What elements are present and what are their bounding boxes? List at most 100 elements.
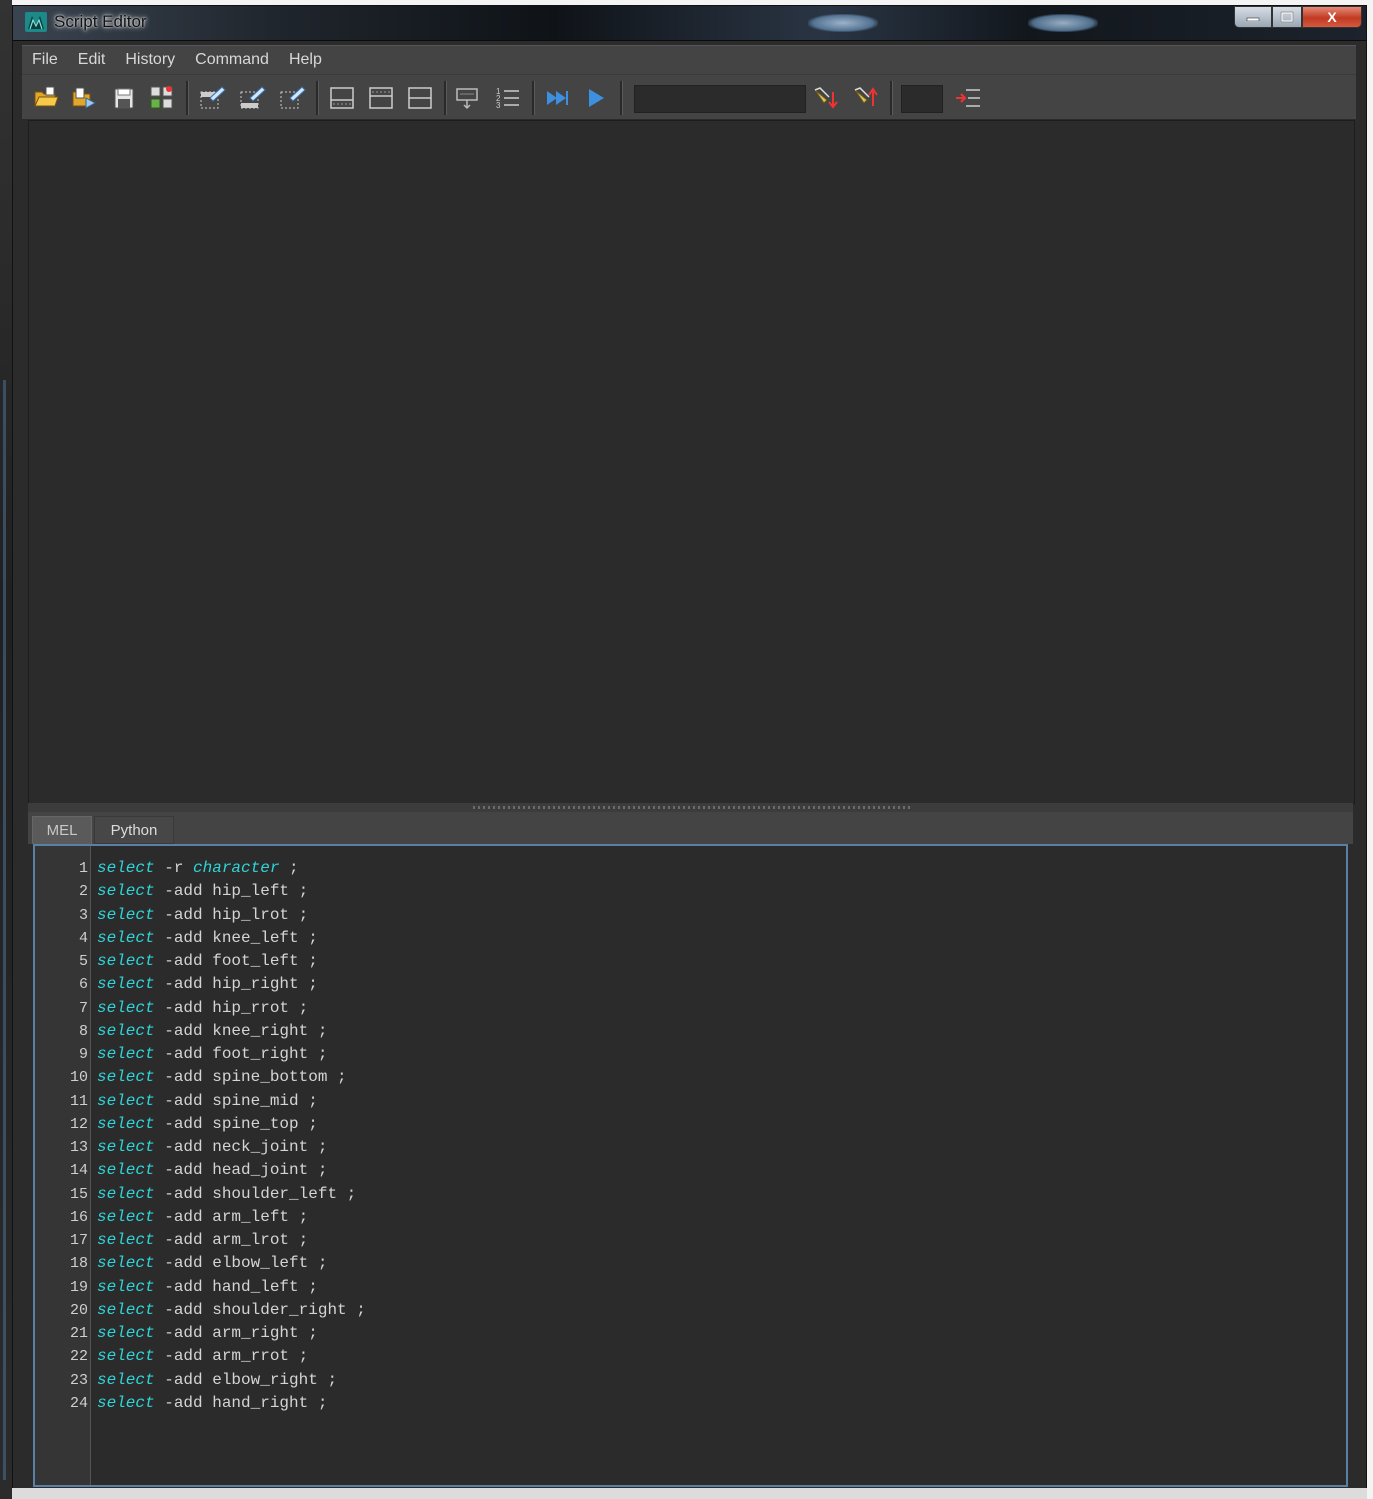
echo-all-commands-icon[interactable] [454,84,482,112]
code-line[interactable]: 20 select -add shoulder_right ; [35,1299,1346,1322]
minimize-button[interactable] [1234,6,1272,28]
save-script-icon[interactable] [110,84,138,112]
code-line[interactable]: 19 select -add hand_left ; [35,1276,1346,1299]
show-history-only-icon[interactable] [328,84,356,112]
code-args: -add elbow_left ; [154,1254,328,1273]
script-input-editor[interactable]: 1 select -r character ; 2 select -add hip_l… [33,844,1348,1487]
code-line[interactable]: 6 select -add hip_right ; [35,973,1346,996]
goto-line-input[interactable] [901,85,943,113]
pane-splitter[interactable] [28,803,1353,812]
menu-edit[interactable]: Edit [68,51,116,69]
line-number: 24 [69,1394,88,1412]
menu-command[interactable]: Command [185,51,279,69]
keyword-token: select [97,1068,155,1087]
save-to-shelf-icon[interactable] [148,84,176,112]
history-output-pane[interactable] [28,120,1355,804]
code-text: select -add spine_mid ; [97,1090,318,1113]
close-button[interactable]: X [1302,6,1362,28]
code-line[interactable]: 24 select -add hand_right ; [35,1392,1346,1415]
maximize-icon [1280,11,1294,23]
code-args: -add neck_joint ; [154,1138,328,1156]
keyword-token: select [97,1347,155,1366]
title-bar[interactable]: Script Editor X [13,6,1366,41]
code-text: select -add foot_left ; [97,950,318,973]
keyword-token: select [97,1161,155,1180]
search-down-icon[interactable] [812,84,840,112]
code-line[interactable]: 11 select -add spine_mid ; [35,1090,1346,1113]
code-line[interactable]: 2 select -add hip_left ; [35,880,1346,903]
code-line[interactable]: 7 select -add hip_rrot ; [35,997,1346,1020]
line-number: 13 [69,1139,88,1156]
code-line[interactable]: 12 select -add spine_top ; [35,1113,1346,1136]
menu-history[interactable]: History [115,51,185,69]
code-line[interactable]: 16 select -add arm_left ; [35,1206,1346,1229]
title-bar-glow [808,14,878,32]
execute-all-icon[interactable] [544,84,572,112]
line-number: 8 [78,1022,88,1040]
execute-icon[interactable] [582,84,610,112]
code-line[interactable]: 1 select -r character ; [35,857,1346,880]
code-text: select -add foot_right ; [97,1043,327,1066]
code-line[interactable]: 18 select -add elbow_left ; [35,1252,1346,1275]
splitter-grip [473,806,913,809]
show-both-icon[interactable] [406,84,434,112]
close-icon: X [1327,9,1337,25]
clear-all-icon[interactable] [278,84,306,112]
code-text: select -add hand_left ; [97,1276,318,1299]
code-line[interactable]: 4 select -add knee_left ; [35,927,1346,950]
title-bar-glow [1028,14,1098,32]
code-line[interactable]: 23 select -add elbow_right ; [35,1369,1346,1392]
keyword-token: select [97,1114,155,1133]
code-line[interactable]: 5 select -add foot_left ; [35,950,1346,973]
show-input-only-icon[interactable] [367,84,395,112]
search-input[interactable] [634,85,806,113]
line-numbers-icon[interactable]: 1 2 3 [494,84,522,112]
code-text: select -add knee_left ; [97,927,318,950]
keyword-token: select [97,1393,155,1412]
code-args: -add shoulder_left ; [154,1184,357,1203]
tab-python[interactable]: Python [94,816,174,844]
tab-mel[interactable]: MEL [32,816,92,844]
keyword-token: select [97,1300,155,1319]
code-line[interactable]: 13 select -add neck_joint ; [35,1136,1346,1159]
code-line[interactable]: 22 select -add arm_rrot ; [35,1345,1346,1368]
code-line[interactable]: 9 select -add foot_right ; [35,1043,1346,1066]
line-number: 21 [69,1325,88,1342]
menu-help[interactable]: Help [279,51,332,69]
keyword-token: select [97,1207,155,1226]
code-line[interactable]: 21 select -add arm_right ; [35,1322,1346,1345]
code-args: -add spine_bottom ; [154,1068,347,1087]
menu-file[interactable]: File [22,51,68,69]
goto-line-icon[interactable] [954,84,982,112]
line-number: 16 [69,1208,88,1226]
line-number: 22 [69,1348,88,1366]
code-line[interactable]: 15 select -add shoulder_left ; [35,1183,1346,1206]
search-up-icon[interactable] [852,84,880,112]
script-editor-window: Script Editor X File Edit History Comman… [12,5,1367,1497]
code-line[interactable]: 8 select -add knee_right ; [35,1020,1346,1043]
code-line[interactable]: 10 select -add spine_bottom ; [35,1066,1346,1089]
code-text: select -add hip_rrot ; [97,997,308,1020]
keyword-token: select [97,1021,155,1040]
minimize-icon [1246,17,1260,21]
code-text: select -add hip_left ; [97,880,308,903]
line-number: 17 [69,1232,88,1249]
line-number: 7 [78,999,88,1017]
code-line[interactable]: 14 select -add head_joint ; [35,1159,1346,1182]
source-script-icon[interactable] [70,84,98,112]
clear-history-icon[interactable] [198,84,226,112]
maximize-button[interactable] [1272,6,1302,28]
line-number: 6 [78,976,88,994]
code-line[interactable]: 3 select -add hip_lrot ; [35,904,1346,927]
keyword-token: select [97,1231,155,1249]
code-line[interactable]: 17 select -add arm_lrot ; [35,1229,1346,1252]
open-script-icon[interactable] [32,84,60,112]
code-text: select -add spine_top ; [97,1113,318,1136]
code-args: -r [154,859,194,877]
menu-bar: File Edit History Command Help [22,45,1356,74]
code-text: select -add elbow_right ; [97,1369,337,1392]
code-text: select -add hip_right ; [97,973,318,996]
code-args: -add foot_right ; [154,1045,328,1063]
clear-input-icon[interactable] [238,84,266,112]
keyword-token: select [97,905,155,924]
